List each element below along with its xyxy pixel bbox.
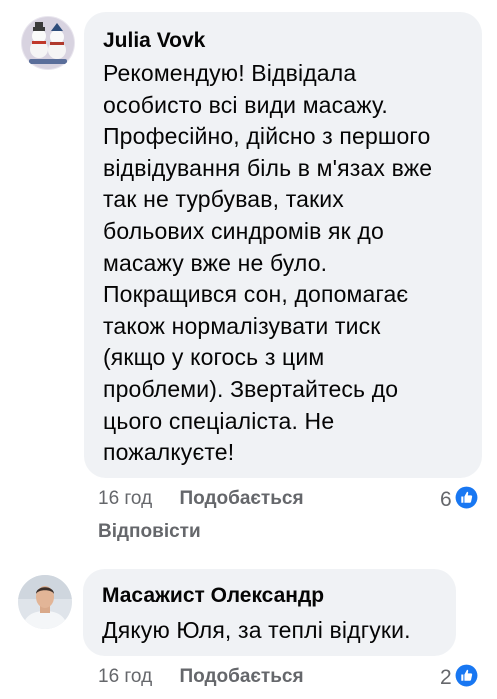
comment-author[interactable]: Масажист Олександр: [102, 584, 437, 608]
comment-text-line: особисто всі види масажу.: [103, 91, 388, 118]
comment-text-line: також нормалізувати тиск: [103, 312, 381, 339]
comments-thread: Julia Vovk Рекомендую! Відвідала особист…: [0, 0, 497, 699]
comment-text-line: цього спеціаліста. Не: [103, 407, 335, 434]
comment-text-line: больових синдромів як до: [103, 217, 384, 244]
reaction-summary[interactable]: 6: [440, 485, 479, 515]
avatar-julia-vovk[interactable]: [21, 16, 75, 70]
like-button[interactable]: Подобається: [179, 488, 303, 509]
comment-text-line: (якщо у когось з цим: [103, 344, 325, 371]
comment-text: Рекомендую! Відвідала особисто всі види …: [103, 58, 462, 469]
comment-bubble: Julia Vovk Рекомендую! Відвідала особист…: [84, 12, 482, 478]
comment-timestamp[interactable]: 16 год: [98, 488, 152, 509]
like-icon: [454, 663, 479, 693]
comment-text-line: Рекомендую! Відвідала: [103, 60, 357, 86]
like-button[interactable]: Подобається: [179, 666, 303, 687]
reaction-count: 2: [440, 666, 452, 689]
comment-text-line: Покращився сон, допомагає: [103, 281, 409, 308]
comment-text-line: Професійно, дійсно з першого: [103, 123, 431, 150]
reply-button[interactable]: Відповісти: [98, 521, 201, 543]
comment-text-line: пожалкуєте!: [103, 439, 235, 466]
comment-author[interactable]: Julia Vovk: [103, 29, 462, 53]
like-icon: [454, 485, 479, 515]
comment-text-line: так не турбував, таких: [103, 186, 344, 213]
comment-text-line: Дякую Юля, за теплі відгуки.: [102, 617, 411, 643]
comment-text-line: проблеми). Звертайтесь до: [103, 375, 399, 402]
avatar-masazhyst-oleksandr[interactable]: [18, 575, 72, 629]
comment-text-line: масажу вже не було.: [103, 249, 328, 276]
comment-text: Дякую Юля, за теплі відгуки.: [102, 615, 437, 647]
comment-timestamp[interactable]: 16 год: [98, 666, 152, 687]
comment-actions: 16 год Подобається: [98, 488, 304, 510]
comment-actions: 16 год Подобається: [98, 666, 304, 688]
comment-text-line: відвідування біль в м'язах вже: [103, 154, 433, 181]
comment-bubble: Масажист Олександр Дякую Юля, за теплі в…: [83, 569, 456, 656]
reaction-summary[interactable]: 2: [440, 663, 479, 693]
reaction-count: 6: [440, 488, 452, 511]
